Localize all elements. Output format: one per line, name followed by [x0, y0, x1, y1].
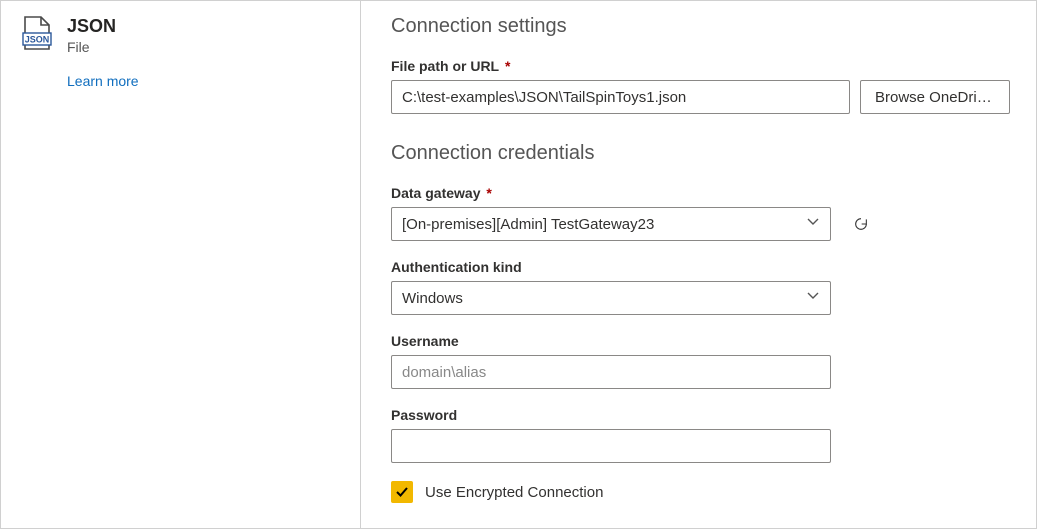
auth-kind-field: Authentication kind Windows	[391, 259, 1010, 315]
learn-more-link[interactable]: Learn more	[67, 73, 139, 89]
encrypted-connection-label: Use Encrypted Connection	[425, 484, 603, 501]
auth-kind-label: Authentication kind	[391, 259, 1010, 275]
file-path-input[interactable]	[391, 80, 850, 114]
auth-kind-select[interactable]: Windows	[391, 281, 831, 315]
refresh-icon	[853, 213, 869, 235]
gateway-label: Data gateway *	[391, 185, 1010, 201]
connector-header: JSON JSON File	[21, 15, 340, 55]
file-path-row: Browse OneDrive...	[391, 80, 1010, 114]
browse-onedrive-button[interactable]: Browse OneDrive...	[860, 80, 1010, 114]
svg-text:JSON: JSON	[25, 35, 50, 45]
auth-kind-selected-value: Windows	[402, 290, 463, 307]
password-label: Password	[391, 407, 1010, 423]
connection-credentials-heading: Connection credentials	[391, 142, 1010, 165]
main-panel: Connection settings File path or URL * B…	[361, 1, 1036, 528]
username-field: Username	[391, 333, 1010, 389]
connection-settings-heading: Connection settings	[391, 15, 1010, 38]
connector-subtitle: File	[67, 39, 116, 55]
gateway-field: Data gateway * [On-premises][Admin] Test…	[391, 185, 1010, 241]
checkmark-icon	[395, 485, 409, 499]
dialog: JSON JSON File Learn more Connection set…	[0, 0, 1037, 529]
encrypted-connection-checkbox[interactable]	[391, 481, 413, 503]
sidebar: JSON JSON File Learn more	[1, 1, 361, 528]
gateway-select[interactable]: [On-premises][Admin] TestGateway23	[391, 207, 831, 241]
connector-title: JSON	[67, 15, 116, 37]
username-input[interactable]	[391, 355, 831, 389]
chevron-down-icon	[806, 289, 820, 307]
password-input[interactable]	[391, 429, 831, 463]
chevron-down-icon	[806, 215, 820, 233]
gateway-selected-value: [On-premises][Admin] TestGateway23	[402, 216, 654, 233]
learn-more-container: Learn more	[67, 73, 340, 89]
file-path-label: File path or URL *	[391, 58, 1010, 74]
username-label: Username	[391, 333, 1010, 349]
json-file-icon: JSON	[21, 15, 53, 51]
password-field: Password	[391, 407, 1010, 463]
required-asterisk: *	[501, 58, 510, 74]
required-asterisk: *	[482, 185, 491, 201]
encrypted-connection-row: Use Encrypted Connection	[391, 481, 1010, 503]
refresh-gateway-button[interactable]	[847, 210, 875, 238]
